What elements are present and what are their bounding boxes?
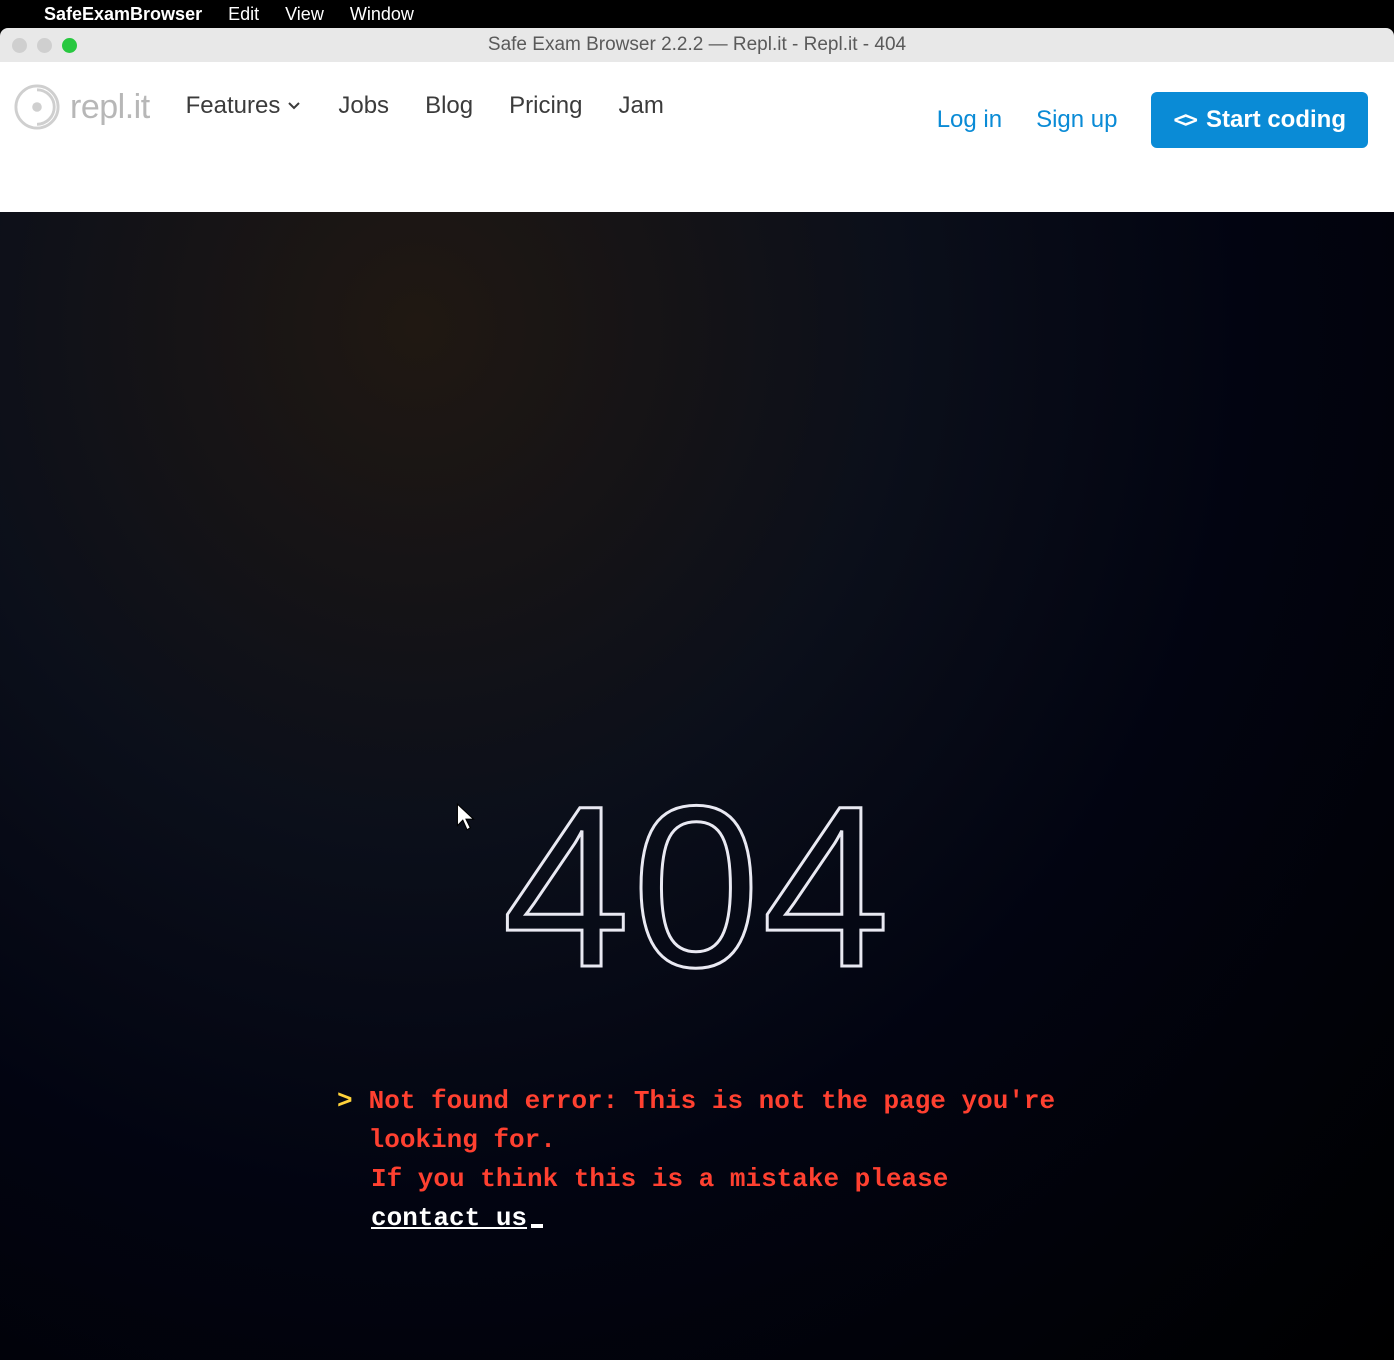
nav-blog[interactable]: Blog <box>425 92 473 120</box>
menubar-view[interactable]: View <box>285 4 324 25</box>
chevron-down-icon <box>286 92 302 120</box>
error-message-block: > Not found error: This is not the page … <box>337 1082 1057 1238</box>
nav-jam[interactable]: Jam <box>618 92 663 120</box>
maximize-window-button[interactable] <box>62 38 77 53</box>
error-line-1: Not found error: This is not the page yo… <box>369 1082 1057 1160</box>
error-code-heading: 404 <box>502 772 892 1002</box>
nav-pricing[interactable]: Pricing <box>509 92 582 120</box>
terminal-prompt-icon: > <box>337 1082 353 1160</box>
contact-us-link[interactable]: contact us <box>371 1203 527 1233</box>
start-coding-button[interactable]: <> Start coding <box>1151 92 1368 148</box>
brand-name: repl.it <box>70 88 150 127</box>
cursor-icon <box>455 802 477 837</box>
replit-logo-icon <box>14 84 60 130</box>
mac-menubar: SafeExamBrowser Edit View Window <box>0 0 1394 28</box>
browser-window: Safe Exam Browser 2.2.2 — Repl.it - Repl… <box>0 28 1394 1360</box>
window-title: Safe Exam Browser 2.2.2 — Repl.it - Repl… <box>488 34 906 56</box>
login-link[interactable]: Log in <box>937 106 1002 134</box>
menubar-app-name[interactable]: SafeExamBrowser <box>44 4 202 25</box>
brand[interactable]: repl.it <box>14 84 150 130</box>
menubar-edit[interactable]: Edit <box>228 4 259 25</box>
site-header: repl.it Features Jobs Blog Pricing Jam L… <box>0 62 1394 212</box>
auth-group: Log in Sign up <> Start coding <box>937 92 1368 148</box>
close-window-button[interactable] <box>12 38 27 53</box>
nav-jobs[interactable]: Jobs <box>338 92 389 120</box>
signup-link[interactable]: Sign up <box>1036 106 1117 134</box>
nav-features[interactable]: Features <box>186 92 303 120</box>
start-coding-label: Start coding <box>1206 106 1346 134</box>
nav-features-label: Features <box>186 92 281 120</box>
menubar-window[interactable]: Window <box>350 4 414 25</box>
minimize-window-button[interactable] <box>37 38 52 53</box>
terminal-caret-icon <box>531 1224 543 1228</box>
main-nav: Features Jobs Blog Pricing Jam <box>186 92 664 120</box>
traffic-lights <box>12 38 77 53</box>
error-line-2: If you think this is a mistake please co… <box>337 1160 1057 1238</box>
window-titlebar: Safe Exam Browser 2.2.2 — Repl.it - Repl… <box>0 28 1394 62</box>
page-content: 404 > Not found error: This is not the p… <box>0 212 1394 1360</box>
code-icon: <> <box>1173 108 1196 133</box>
